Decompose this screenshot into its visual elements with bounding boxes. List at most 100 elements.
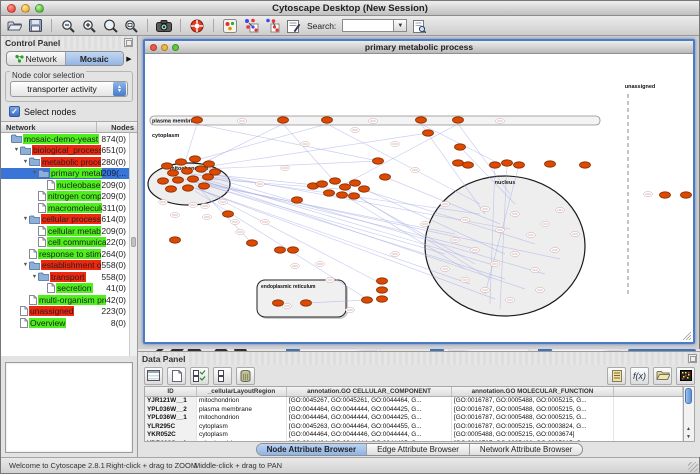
tab-mosaic[interactable]: Mosaic xyxy=(66,52,124,65)
data-panel-title: Data Panel xyxy=(142,354,185,364)
attribute-table-icon[interactable] xyxy=(144,367,163,385)
table-row[interactable]: YKR052Ccytoplasm[GO:0044464, GO:0044446,… xyxy=(145,431,683,440)
frame-minimize-button[interactable] xyxy=(161,44,168,51)
tree-row[interactable]: mosaic-demo-yeast874(0) xyxy=(1,133,129,145)
expander-icon[interactable]: ▼ xyxy=(22,216,29,222)
annotation-icon[interactable] xyxy=(284,18,302,34)
node-color-dropdown[interactable]: transporter activity ▲▼ xyxy=(10,81,128,97)
group-legend: Node color selection xyxy=(10,71,86,80)
tree-row[interactable]: nitrogen compo209(0) xyxy=(1,191,129,203)
table-cell: mitochondrion xyxy=(197,414,287,423)
network-tab-icon xyxy=(15,54,24,63)
col-go-molecular-function[interactable]: annotation.GO MOLECULAR_FUNCTION xyxy=(452,387,614,396)
select-nodes-checkbox[interactable]: ✓ xyxy=(9,106,20,117)
table-row[interactable]: YPL036W__2plasma membrane[GO:0044464, GO… xyxy=(145,406,683,415)
network-node xyxy=(349,193,360,199)
tree-row[interactable]: nucleobase-209(0) xyxy=(1,179,129,191)
tree-row[interactable]: cell communicat22(0) xyxy=(1,237,129,249)
tree-col-nodes[interactable]: Nodes xyxy=(97,122,137,132)
import-attributes-icon[interactable] xyxy=(653,367,672,385)
birds-eye-view[interactable] xyxy=(5,362,133,453)
zoom-selected-icon[interactable] xyxy=(122,18,140,34)
scroll-down-icon[interactable]: ▼ xyxy=(684,433,693,441)
expander-icon[interactable]: ▼ xyxy=(22,262,29,268)
minimize-button[interactable] xyxy=(21,4,30,13)
tree-row[interactable]: ▼metabolic process280(0) xyxy=(1,156,129,168)
tab-scroll-right-icon[interactable]: ▶ xyxy=(124,55,134,63)
table-scrollbar[interactable]: ▲ ▼ xyxy=(684,386,695,442)
matrix-icon[interactable] xyxy=(676,367,695,385)
network-node xyxy=(203,174,214,180)
expander-icon[interactable]: ▼ xyxy=(31,170,38,176)
frame-zoom-button[interactable] xyxy=(172,44,179,51)
tree-row[interactable]: secretion41(0) xyxy=(1,283,129,295)
zoom-window-button[interactable] xyxy=(35,4,44,13)
tab-edge-attribute-browser[interactable]: Edge Attribute Browser xyxy=(367,444,470,455)
network-node xyxy=(190,156,201,162)
status-welcome: Welcome to Cytoscape 2.8.1 xyxy=(9,461,105,470)
tree-row-label: multi-organism pro xyxy=(38,295,106,305)
table-cell: cytoplasm xyxy=(197,423,287,432)
network-node xyxy=(580,162,591,168)
resize-grip[interactable] xyxy=(688,462,698,472)
table-cell: [GO:0045263, GO:0044464, GO:0044455, G..… xyxy=(287,423,452,432)
tab-network-attribute-browser[interactable]: Network Attribute Browser xyxy=(470,444,582,455)
tree-row[interactable]: cellular metabo209(0) xyxy=(1,225,129,237)
new-attribute-icon[interactable] xyxy=(167,367,186,385)
network-view-frame[interactable]: primary metabolic process plasma membran… xyxy=(143,39,695,344)
open-folder-icon[interactable] xyxy=(5,18,23,34)
network-canvas-svg[interactable]: plasma membranecytoplasmmitochondrionnuc… xyxy=(145,54,693,342)
zoom-out-icon[interactable] xyxy=(59,18,77,34)
zoom-in-icon[interactable] xyxy=(80,18,98,34)
tab-node-attribute-browser[interactable]: Node Attribute Browser xyxy=(257,444,368,455)
expander-icon[interactable]: ▼ xyxy=(31,274,38,280)
help-lifering-icon[interactable] xyxy=(188,18,206,34)
function-builder-icon[interactable]: f(x) xyxy=(630,367,649,385)
tree-row-count: 558(0) xyxy=(101,272,129,282)
tree-row[interactable]: ▼transport558(0) xyxy=(1,271,129,283)
tree-row[interactable]: Overview8(0) xyxy=(1,317,129,329)
network-view-window-controls xyxy=(150,44,179,51)
tree-row[interactable]: multi-organism pro42(0) xyxy=(1,294,129,306)
col-cellular-layout-region[interactable]: _cellularLayoutRegion xyxy=(197,387,287,396)
expander-icon[interactable]: ▼ xyxy=(22,159,29,165)
zoom-fit-icon[interactable] xyxy=(101,18,119,34)
select-attributes-icon[interactable] xyxy=(190,367,209,385)
advanced-search-icon[interactable] xyxy=(410,18,428,34)
search-dropdown-arrow[interactable]: ▼ xyxy=(394,19,407,32)
col-go-cellular-component[interactable]: annotation.GO CELLULAR_COMPONENT xyxy=(287,387,452,396)
layout-undo-icon[interactable] xyxy=(242,18,260,34)
scroll-up-icon[interactable]: ▲ xyxy=(684,425,693,433)
table-row[interactable]: YLR295Ccytoplasm[GO:0045263, GO:0044464,… xyxy=(145,423,683,432)
unselect-attributes-icon[interactable] xyxy=(213,367,232,385)
delete-attribute-icon[interactable] xyxy=(236,367,255,385)
float-data-panel-icon[interactable] xyxy=(688,354,697,363)
save-icon[interactable] xyxy=(26,18,44,34)
layout-redo-icon[interactable] xyxy=(263,18,281,34)
tree-row[interactable]: macromolecule311(0) xyxy=(1,202,129,214)
tree-row[interactable]: ▼biological_process651(0) xyxy=(1,145,129,157)
vizmapper-icon[interactable] xyxy=(221,18,239,34)
close-button[interactable] xyxy=(7,4,16,13)
network-view-titlebar[interactable]: primary metabolic process xyxy=(145,41,693,54)
network-node xyxy=(183,185,194,191)
expander-icon[interactable]: ▼ xyxy=(13,147,20,153)
tree-scrollbar[interactable] xyxy=(129,133,137,356)
search-input[interactable] xyxy=(342,19,394,32)
tree-row[interactable]: ▼establishment of lo558(0) xyxy=(1,260,129,272)
tree-row[interactable]: unassigned223(0) xyxy=(1,306,129,318)
tree-row[interactable]: ▼cellular process614(0) xyxy=(1,214,129,226)
tree-row-label: Overview xyxy=(29,318,66,328)
tab-network[interactable]: Network xyxy=(7,52,66,65)
float-panel-icon[interactable] xyxy=(124,38,133,47)
table-row[interactable]: YPL036W__1mitochondrion[GO:0044464, GO:0… xyxy=(145,414,683,423)
table-row[interactable]: YJR121W__1mitochondrion[GO:0045267, GO:0… xyxy=(145,397,683,406)
attribute-list-icon[interactable] xyxy=(607,367,626,385)
frame-close-button[interactable] xyxy=(150,44,157,51)
tree-row[interactable]: response to stimul264(0) xyxy=(1,248,129,260)
tree-row[interactable]: ▼primary metabo209(... xyxy=(1,168,129,180)
col-id[interactable]: ID xyxy=(145,387,197,396)
tree-col-network[interactable]: Network xyxy=(1,122,97,132)
snapshot-camera-icon[interactable] xyxy=(155,18,173,34)
network-tree: mosaic-demo-yeast874(0)▼biological_proce… xyxy=(1,133,129,356)
